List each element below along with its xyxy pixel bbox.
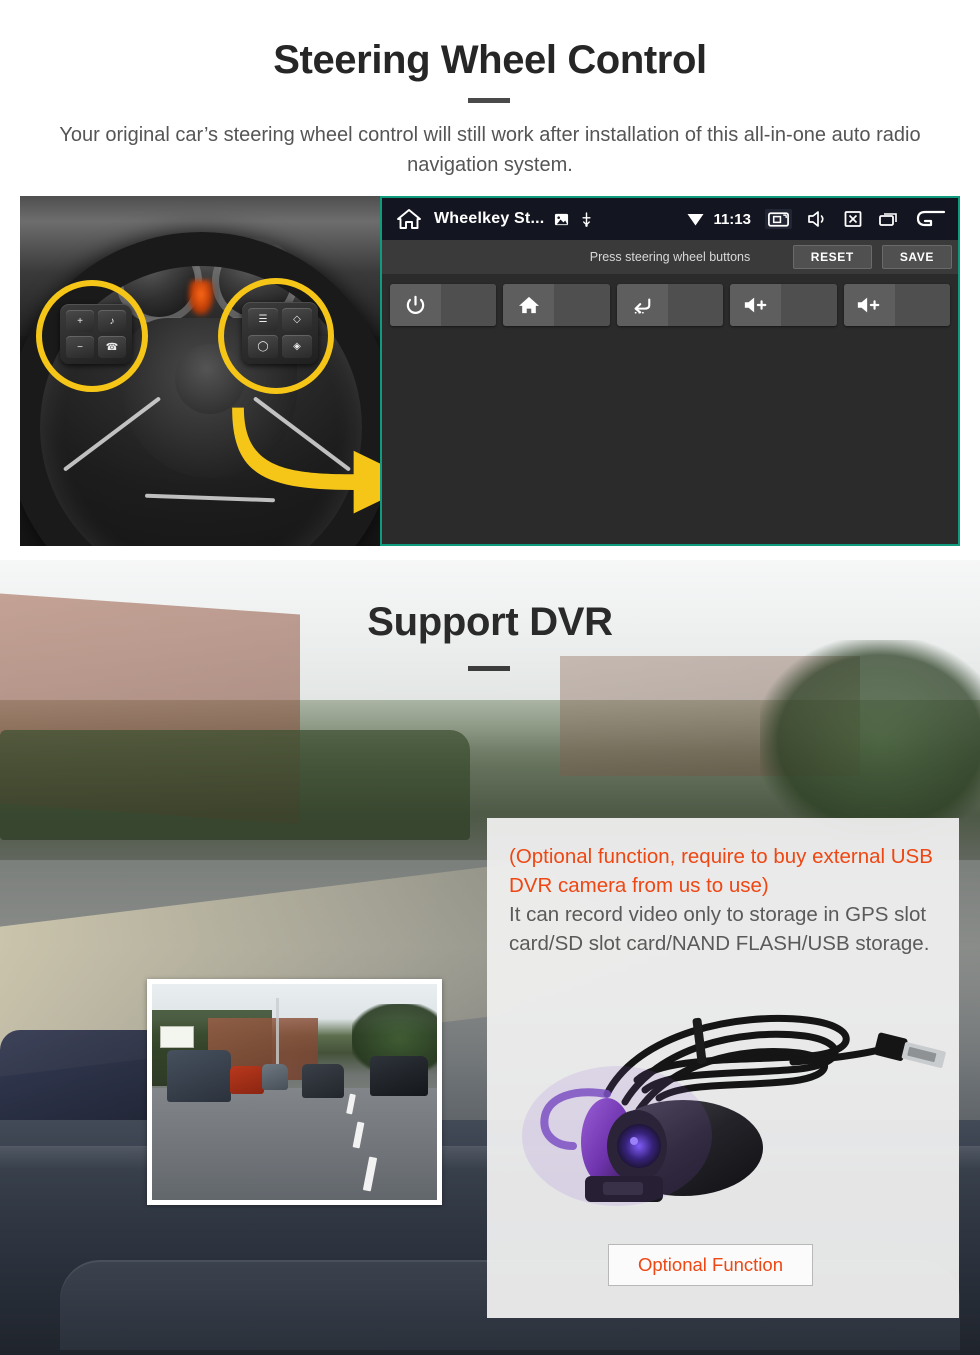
image-icon — [555, 213, 569, 225]
home-icon — [503, 284, 555, 326]
usb-icon — [582, 211, 591, 227]
inset-car — [230, 1066, 264, 1094]
key-slot-empty[interactable] — [781, 284, 837, 326]
dvr-info-panel: (Optional function, require to buy exter… — [487, 818, 959, 1318]
volume-up-icon — [843, 284, 895, 326]
page-title: Steering Wheel Control — [273, 38, 707, 82]
key-slot-empty[interactable] — [667, 284, 724, 326]
usb-dvr-camera-image — [487, 976, 959, 1226]
key-slot-volume-up-1[interactable] — [730, 284, 837, 326]
app-title: Wheelkey St... — [434, 210, 545, 227]
reset-button[interactable]: RESET — [792, 245, 872, 269]
dvr-title-divider — [468, 666, 510, 671]
yellow-pointer-arrow — [232, 407, 380, 514]
inset-car — [167, 1050, 231, 1102]
key-slot-volume-up-2[interactable] — [843, 284, 951, 326]
wifi-icon — [687, 213, 704, 225]
inset-for-sale-sign — [160, 1026, 194, 1048]
steering-wheel-photo: + ♪ − ☎ ☰ ◇ ◯ ◈ — [20, 196, 380, 546]
back-arrow-icon[interactable] — [916, 208, 946, 230]
key-slot-back[interactable] — [616, 284, 724, 326]
key-slot-empty[interactable] — [554, 284, 610, 326]
steering-wheel-control-section: Steering Wheel Control Your original car… — [0, 0, 980, 560]
tree-right — [760, 640, 980, 840]
volume-mute-icon[interactable] — [806, 209, 828, 229]
screenshot-icon[interactable] — [765, 209, 792, 229]
support-dvr-section: Support DVR (Optional function, require … — [0, 560, 980, 1355]
power-icon — [390, 284, 442, 326]
optional-note-red: (Optional function, require to buy exter… — [509, 845, 933, 897]
key-slot-empty[interactable] — [894, 284, 951, 326]
key-slot-home[interactable] — [503, 284, 610, 326]
inset-car — [370, 1056, 428, 1096]
volume-up-icon — [730, 284, 782, 326]
optional-function-button[interactable]: Optional Function — [608, 1244, 813, 1286]
storage-note-gray: It can record video only to storage in G… — [509, 903, 930, 955]
inset-road — [152, 1088, 437, 1200]
inset-car — [302, 1064, 344, 1098]
key-slot-empty[interactable] — [441, 284, 497, 326]
key-slot-power[interactable] — [390, 284, 497, 326]
close-box-icon[interactable] — [842, 209, 864, 229]
hedge-row — [0, 730, 470, 840]
recents-icon[interactable] — [878, 209, 900, 229]
android-head-unit-screen: Wheelkey St... 11:13 Press steering whee… — [380, 196, 960, 546]
highlight-circle-right — [218, 278, 334, 394]
save-button[interactable]: SAVE — [881, 245, 952, 269]
inset-lamp-post — [276, 998, 279, 1072]
highlight-circle-left — [36, 280, 148, 392]
title-divider — [468, 98, 510, 103]
wheelkey-toolbar: Press steering wheel buttons RESET SAVE — [382, 240, 958, 274]
home-icon[interactable] — [396, 208, 422, 230]
product-detail-page: Steering Wheel Control Your original car… — [0, 0, 980, 1355]
wheelkey-assign-row — [382, 274, 958, 336]
section-subtitle: Your original car’s steering wheel contr… — [59, 124, 921, 176]
dvr-title: Support DVR — [367, 600, 613, 644]
android-status-bar: Wheelkey St... 11:13 — [382, 198, 958, 240]
toolbar-actions: RESET SAVE — [792, 245, 952, 269]
media-block: + ♪ − ☎ ☰ ◇ ◯ ◈ Wheelkey St... 11:13 Pre… — [20, 196, 960, 546]
back-return-icon — [616, 284, 668, 326]
dashcam-preview-inset — [147, 979, 442, 1205]
inset-car — [262, 1064, 288, 1090]
status-clock: 11:13 — [713, 210, 751, 228]
